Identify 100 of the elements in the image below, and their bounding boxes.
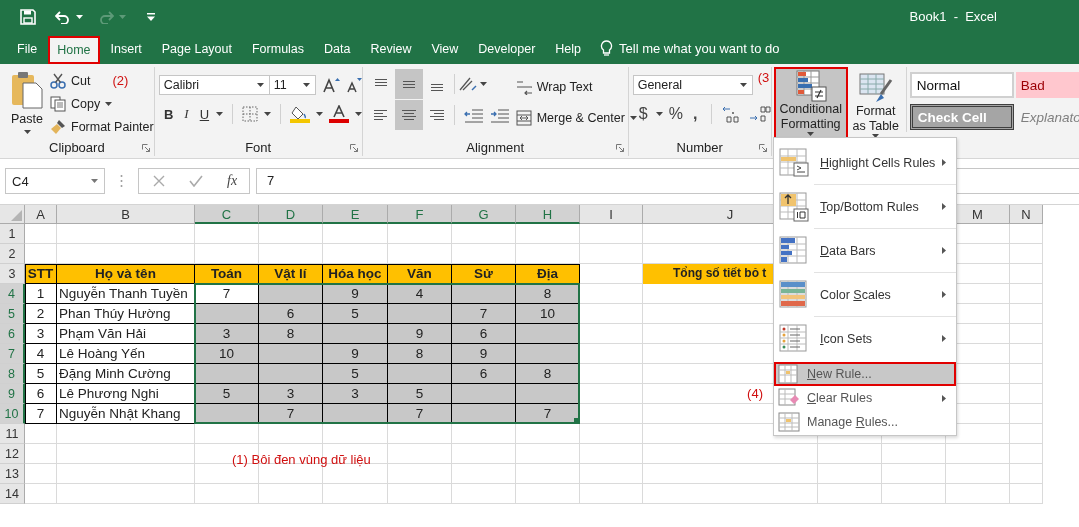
- submenu-arrow-icon: [942, 291, 946, 298]
- tell-me-search[interactable]: Tell me what you want to do: [600, 33, 780, 64]
- save-icon[interactable]: [20, 8, 36, 25]
- format-as-table-button[interactable]: Format as Table: [847, 67, 904, 138]
- currency-button[interactable]: $: [636, 105, 650, 123]
- row-header[interactable]: 5: [0, 304, 25, 324]
- row-header[interactable]: 9: [0, 384, 25, 404]
- row-header[interactable]: 10: [0, 404, 25, 424]
- caret-icon[interactable]: [629, 115, 637, 120]
- caret-icon[interactable]: [655, 112, 663, 116]
- column-header[interactable]: N: [1010, 205, 1043, 224]
- fill-handle[interactable]: [574, 418, 580, 424]
- menu-item[interactable]: New Rule...: [774, 362, 956, 386]
- underline-button[interactable]: U: [198, 106, 211, 122]
- caret-icon[interactable]: [105, 101, 113, 106]
- caret-icon[interactable]: [479, 82, 487, 86]
- menu-item[interactable]: Manage Rules...: [774, 410, 956, 434]
- row-header[interactable]: 14: [0, 484, 25, 504]
- caret-icon[interactable]: [23, 130, 31, 134]
- cut-button[interactable]: Cut: [50, 71, 91, 90]
- bold-button[interactable]: B: [162, 106, 175, 122]
- row-header[interactable]: 1: [0, 224, 25, 244]
- menu-item[interactable]: Clear Rules: [774, 386, 956, 410]
- merge-center-button[interactable]: Merge & Center: [515, 108, 637, 127]
- table-cell: Vật lí: [259, 264, 323, 284]
- text-orientation-icon[interactable]: [457, 76, 480, 92]
- percent-button[interactable]: %: [668, 105, 683, 123]
- column-header[interactable]: D: [259, 205, 323, 224]
- customize-icon[interactable]: [147, 12, 155, 21]
- italic-button[interactable]: I: [180, 106, 193, 122]
- decrease-indent-icon[interactable]: [463, 107, 484, 123]
- number-format-dropdown[interactable]: General: [632, 75, 753, 95]
- row-header[interactable]: 11: [0, 424, 25, 444]
- column-header[interactable]: I: [580, 205, 643, 224]
- insert-function-button[interactable]: fx: [227, 173, 238, 189]
- table-cell: 9: [323, 284, 388, 304]
- font-size-dropdown[interactable]: 11: [269, 75, 316, 95]
- caret-icon[interactable]: [302, 83, 310, 87]
- ribbon-tab[interactable]: Insert: [101, 33, 151, 64]
- name-box[interactable]: C4: [5, 168, 105, 194]
- row-header[interactable]: 12: [0, 444, 25, 464]
- decrease-font-size-icon[interactable]: [345, 77, 362, 93]
- caret-icon[interactable]: [91, 179, 98, 183]
- ribbon-tab[interactable]: Home: [48, 36, 100, 64]
- caret-icon[interactable]: [739, 83, 747, 87]
- row-header[interactable]: 3: [0, 264, 25, 284]
- row-header[interactable]: 8: [0, 364, 25, 384]
- row-header[interactable]: 6: [0, 324, 25, 344]
- paste-button[interactable]: Paste: [6, 67, 48, 139]
- ribbon-tab[interactable]: Page Layout: [152, 33, 241, 64]
- dialog-launcher-icon[interactable]: [758, 144, 767, 152]
- ribbon-tab[interactable]: Data: [315, 33, 360, 64]
- format-painter-button[interactable]: Format Painter: [50, 117, 154, 136]
- caret-icon[interactable]: [256, 83, 264, 87]
- ribbon-tab[interactable]: File: [8, 33, 47, 64]
- increase-font-size-icon[interactable]: [321, 77, 340, 93]
- column-header[interactable]: A: [25, 205, 57, 224]
- align-vertical-icon[interactable]: [394, 69, 423, 99]
- comma-style-button[interactable]: ,: [688, 105, 702, 123]
- column-header[interactable]: G: [452, 205, 516, 224]
- increase-indent-icon[interactable]: [489, 107, 510, 123]
- menu-item[interactable]: Icon Sets: [774, 317, 956, 360]
- row-header[interactable]: 4: [0, 284, 25, 304]
- table-cell: 5: [323, 364, 388, 384]
- caret-icon[interactable]: [76, 14, 83, 19]
- column-header[interactable]: H: [516, 205, 580, 224]
- ribbon-tab[interactable]: Developer: [469, 33, 545, 64]
- align-horizontal-icon[interactable]: [394, 100, 423, 130]
- dialog-launcher-icon[interactable]: [349, 144, 358, 152]
- fill-color-icon[interactable]: [289, 105, 310, 123]
- ribbon-tab[interactable]: Formulas: [242, 33, 314, 64]
- table-cell: 10: [195, 344, 259, 364]
- cell-style[interactable]: Normal: [909, 72, 1014, 98]
- column-header[interactable]: F: [388, 205, 452, 224]
- ribbon-tab[interactable]: Help: [546, 33, 591, 64]
- annotation-label: (3: [757, 70, 770, 85]
- dialog-launcher-icon[interactable]: [141, 144, 150, 152]
- caret-icon[interactable]: [216, 112, 224, 116]
- dialog-launcher-icon[interactable]: [615, 144, 624, 152]
- decrease-decimal-icon[interactable]: [748, 105, 771, 123]
- caret-icon[interactable]: [315, 112, 323, 116]
- column-header[interactable]: C: [195, 205, 259, 224]
- row-header[interactable]: 13: [0, 464, 25, 484]
- ribbon-tab[interactable]: Review: [361, 33, 421, 64]
- copy-icon: [50, 95, 66, 112]
- paintbrush-icon: [50, 118, 66, 135]
- undo-icon[interactable]: [55, 9, 71, 24]
- row-header[interactable]: 7: [0, 344, 25, 364]
- copy-button[interactable]: Copy: [50, 94, 154, 113]
- font-color-icon[interactable]: [328, 105, 349, 123]
- drag-handle-icon[interactable]: [120, 174, 123, 188]
- font-name-dropdown[interactable]: Calibri: [158, 75, 270, 95]
- ribbon-tab[interactable]: View: [422, 33, 468, 64]
- caret-icon[interactable]: [264, 112, 271, 116]
- borders-icon[interactable]: [242, 106, 258, 122]
- column-header[interactable]: E: [323, 205, 388, 224]
- caret-icon[interactable]: [354, 112, 362, 116]
- column-header[interactable]: B: [57, 205, 195, 224]
- row-header[interactable]: 2: [0, 244, 25, 264]
- cell-style[interactable]: Bad: [1015, 72, 1079, 98]
